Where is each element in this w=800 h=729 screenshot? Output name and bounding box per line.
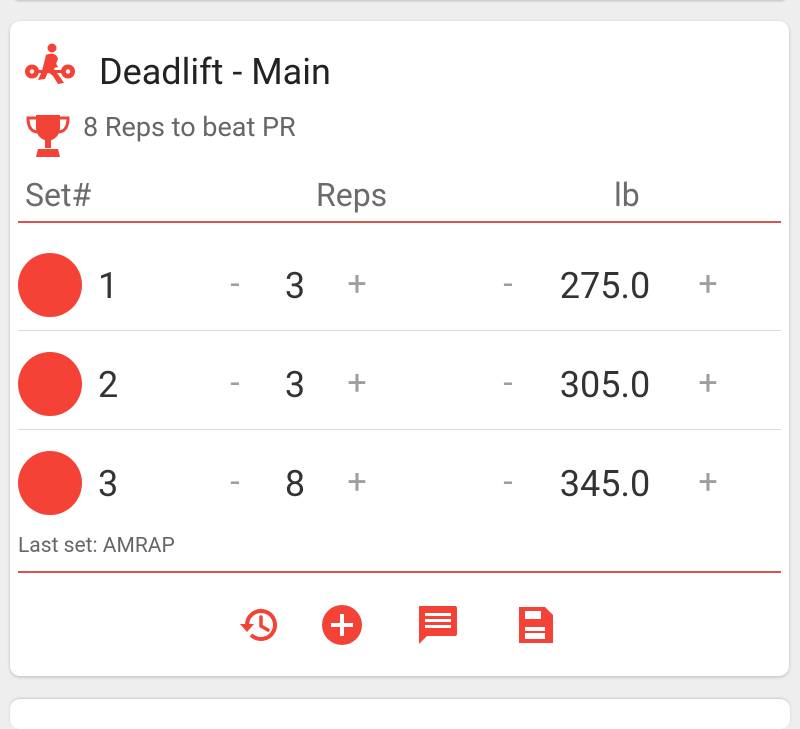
set-status-button[interactable] (18, 253, 82, 317)
weight-increment-button[interactable]: + (688, 361, 728, 405)
weight-value[interactable]: 345.0 (545, 462, 665, 506)
reps-decrement-button[interactable]: - (215, 262, 255, 306)
reps-value[interactable]: 3 (265, 264, 325, 308)
pr-target-text: 8 Reps to beat PR (83, 111, 296, 143)
header-set: Set# (25, 176, 92, 214)
set-row: 2 - 3 + - 305.0 + (10, 331, 789, 430)
exercise-title: Deadlift - Main (99, 51, 331, 93)
set-number: 2 (98, 364, 119, 406)
next-card (10, 699, 790, 729)
weight-value[interactable]: 275.0 (545, 264, 665, 308)
deadlift-icon (25, 43, 75, 84)
action-bar (10, 603, 789, 647)
set-row: 3 - 8 + - 345.0 + (10, 430, 789, 529)
add-circle-icon[interactable] (320, 603, 364, 647)
weight-increment-button[interactable]: + (688, 460, 728, 504)
header-divider (18, 221, 781, 223)
reps-decrement-button[interactable]: - (215, 361, 255, 405)
weight-decrement-button[interactable]: - (488, 262, 528, 306)
reps-decrement-button[interactable]: - (215, 460, 255, 504)
set-number: 1 (98, 265, 119, 307)
last-set-note: Last set: AMRAP (18, 534, 175, 558)
comment-icon[interactable] (415, 603, 459, 647)
weight-value[interactable]: 305.0 (545, 363, 665, 407)
reps-value[interactable]: 8 (265, 462, 325, 506)
trophy-icon (26, 115, 70, 157)
set-number: 3 (98, 463, 119, 505)
exercise-card: Deadlift - Main 8 Reps to beat PR Set# R… (10, 21, 789, 676)
history-icon[interactable] (238, 603, 282, 647)
set-row: 1 - 3 + - 275.0 + (10, 232, 789, 331)
footer-divider (18, 571, 781, 573)
weight-decrement-button[interactable]: - (488, 361, 528, 405)
weight-decrement-button[interactable]: - (488, 460, 528, 504)
save-icon[interactable] (513, 603, 557, 647)
set-status-button[interactable] (18, 352, 82, 416)
reps-increment-button[interactable]: + (337, 262, 377, 306)
reps-value[interactable]: 3 (265, 363, 325, 407)
reps-increment-button[interactable]: + (337, 460, 377, 504)
weight-increment-button[interactable]: + (688, 262, 728, 306)
reps-increment-button[interactable]: + (337, 361, 377, 405)
set-status-button[interactable] (18, 451, 82, 515)
header-unit: lb (614, 176, 640, 214)
header-reps: Reps (316, 176, 388, 214)
